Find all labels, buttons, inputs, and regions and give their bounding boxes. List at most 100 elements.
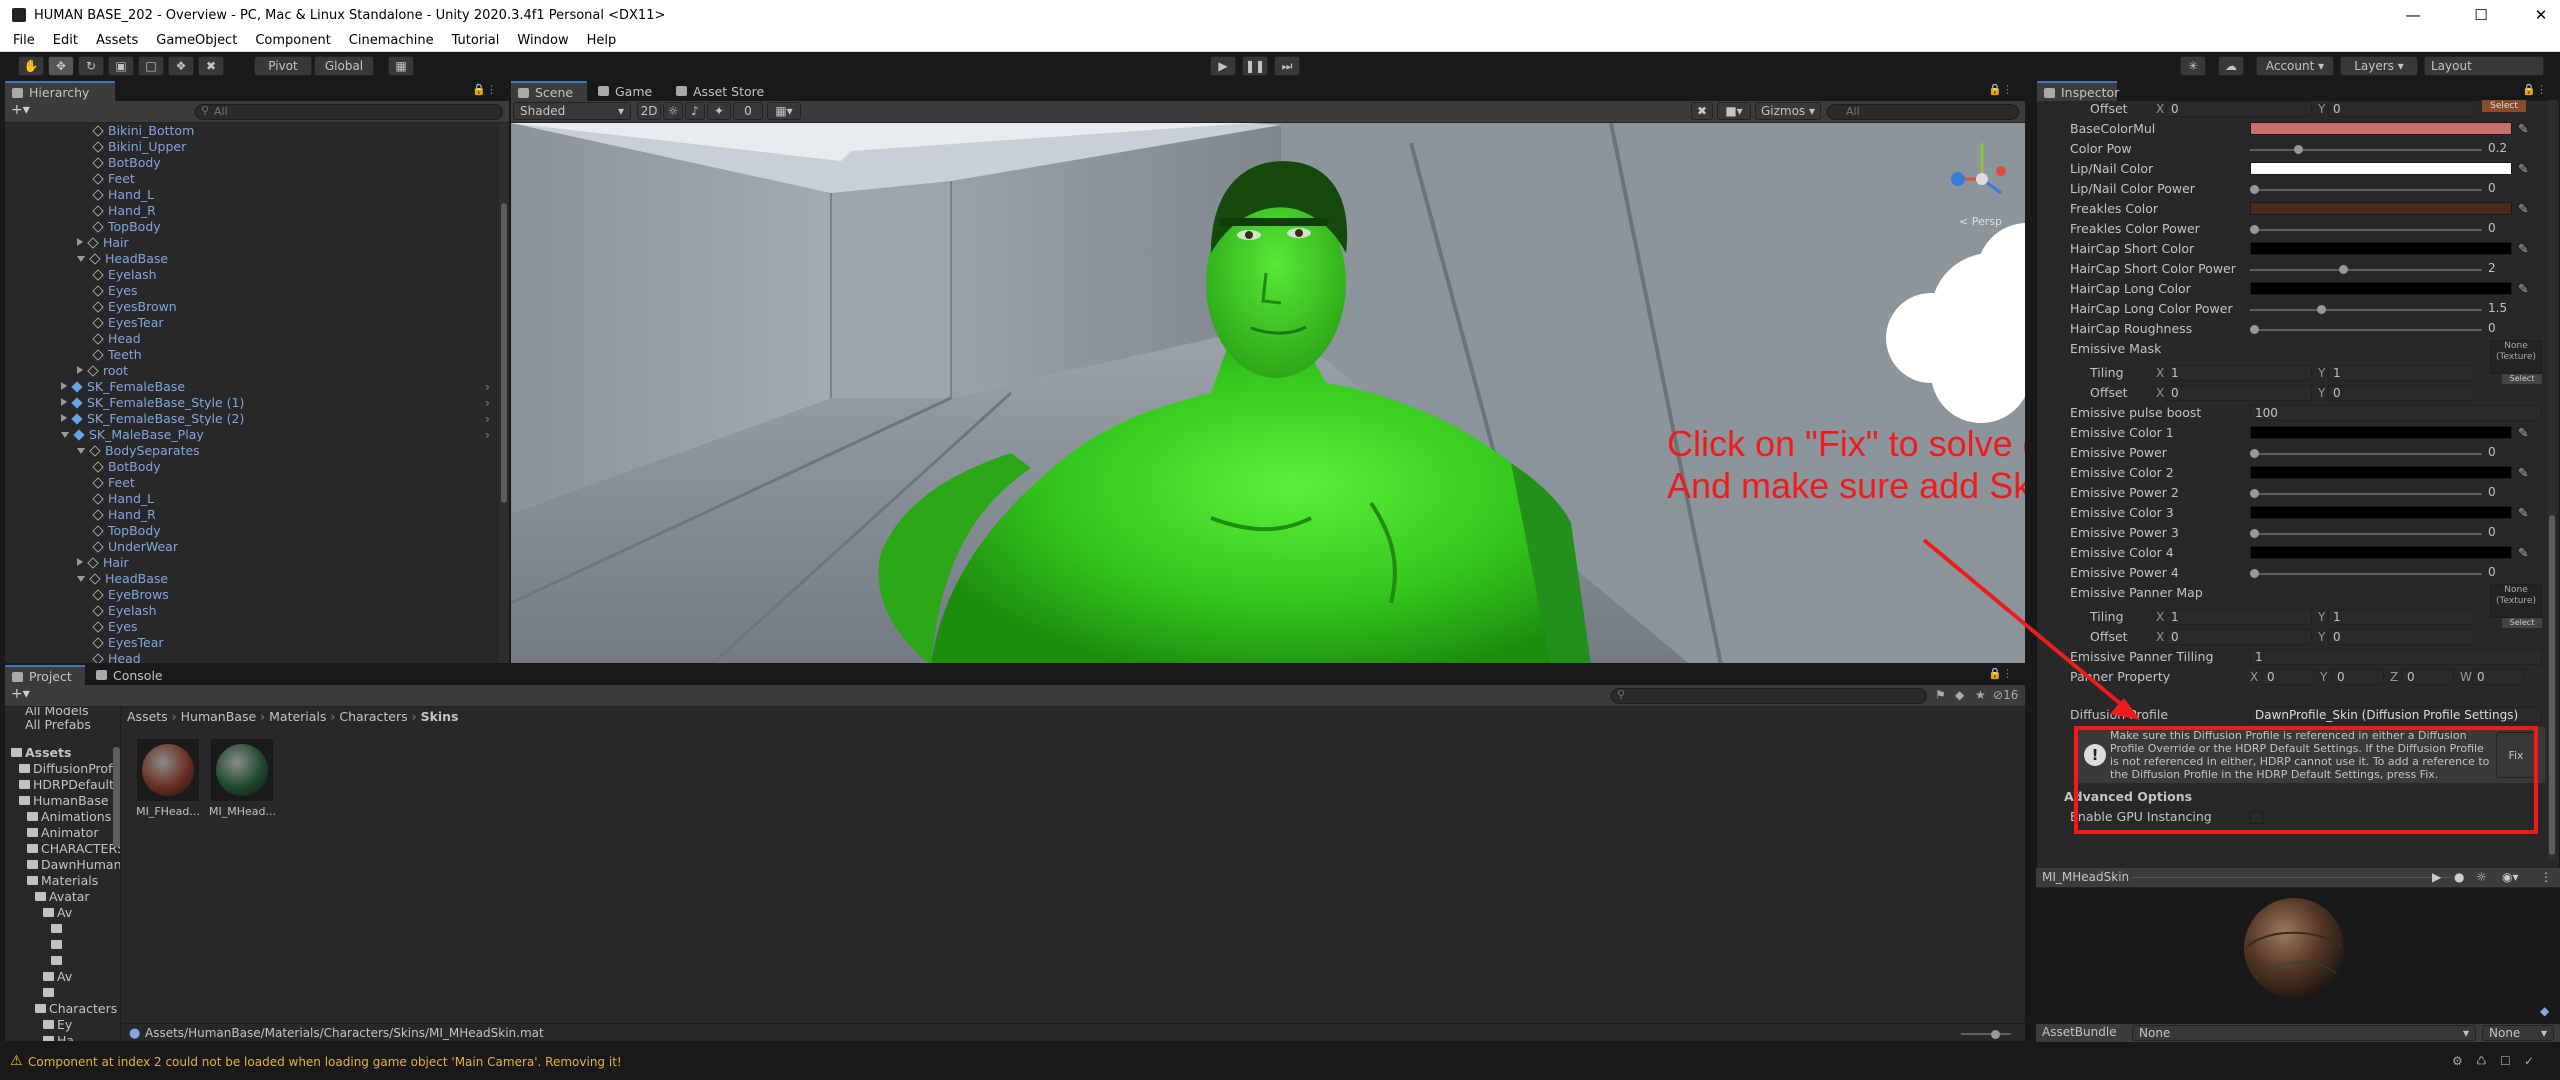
slider-track[interactable]	[2250, 453, 2482, 455]
gameobject-icon[interactable]	[92, 285, 104, 297]
tab-scene[interactable]: Scene	[511, 81, 587, 101]
gameobject-icon[interactable]	[92, 509, 104, 521]
grid-icon[interactable]: ▦▾	[767, 102, 801, 120]
panner-tilling-value[interactable]: 1	[2250, 649, 2542, 665]
cloud-icon[interactable]: ☁	[2218, 56, 2244, 76]
preview-light-icon[interactable]: ☼	[2476, 870, 2487, 884]
move-tool-icon[interactable]: ✥	[48, 56, 74, 76]
folder-tree-item[interactable]: Av	[43, 905, 72, 921]
hierarchy-search-input[interactable]: ⚲ All	[195, 104, 503, 120]
color-swatch[interactable]	[2250, 162, 2512, 175]
favorite-all-prefabs[interactable]: All Prefabs	[25, 717, 91, 733]
scene-viewport[interactable]: < Persp Click on "Fix" to solve green sk…	[511, 123, 2025, 663]
slider-track[interactable]	[2250, 573, 2482, 575]
hierarchy-item[interactable]: HeadBase	[77, 571, 168, 587]
hierarchy-item[interactable]: BotBody	[92, 459, 161, 475]
zoom-slider-knob[interactable]	[1991, 1030, 2000, 1039]
assetbundle-variant-dropdown[interactable]: None ▾	[2482, 1025, 2554, 1041]
slider-track[interactable]	[2250, 269, 2482, 271]
folder-tree-item[interactable]: DawnHuman	[27, 857, 120, 873]
favorite-icon[interactable]: ★	[1975, 688, 1986, 702]
slider-value[interactable]: 0	[2484, 565, 2542, 581]
preview-mode-icon[interactable]: ◉▾	[2502, 870, 2519, 884]
filter-type-icon[interactable]: ⚑	[1935, 688, 1946, 702]
expand-arrow-icon[interactable]	[61, 414, 67, 422]
slider-value[interactable]: 0	[2484, 445, 2542, 461]
cache-icon[interactable]: ☐	[2500, 1054, 2511, 1068]
gameobject-icon[interactable]	[92, 221, 104, 233]
slider-knob[interactable]	[2250, 489, 2259, 498]
eyedropper-icon[interactable]: ✎	[2518, 545, 2528, 561]
hierarchy-item[interactable]: EyesTear	[92, 635, 164, 651]
hierarchy-item[interactable]: TopBody	[92, 523, 161, 539]
status-message[interactable]: Component at index 2 could not be loaded…	[28, 1055, 622, 1069]
gameobject-icon[interactable]	[92, 653, 104, 663]
menu-item-component[interactable]: Component	[255, 33, 330, 48]
color-swatch[interactable]	[2250, 506, 2512, 519]
slider-knob[interactable]	[2250, 185, 2259, 194]
hierarchy-item[interactable]: Hand_R	[92, 507, 156, 523]
hidden-packages-icon[interactable]: ⊘16	[1993, 688, 2018, 702]
slider-value[interactable]: 0	[2484, 485, 2542, 501]
filter-label-icon[interactable]: ◆	[1955, 688, 1964, 702]
slider-track[interactable]	[2250, 309, 2482, 311]
menu-item-cinemachine[interactable]: Cinemachine	[349, 33, 434, 48]
color-swatch[interactable]	[2250, 122, 2512, 135]
gameobject-icon[interactable]	[92, 525, 104, 537]
asset-thumbnail[interactable]: MI_MHead...	[209, 739, 276, 829]
inspector-scroll-thumb[interactable]	[2549, 515, 2555, 855]
lighting-icon[interactable]: ☼	[663, 102, 683, 120]
gameobject-icon[interactable]	[92, 493, 104, 505]
folder-tree-scrollbar[interactable]	[113, 747, 120, 847]
color-swatch[interactable]	[2250, 202, 2512, 215]
scene-search-input[interactable]: All	[1827, 104, 2019, 120]
gameobject-icon[interactable]	[92, 621, 104, 633]
hidden-objects-toggle[interactable]: 0	[733, 102, 763, 120]
gameobject-icon[interactable]	[92, 477, 104, 489]
asset-label-icon[interactable]: ◆	[2540, 1004, 2549, 1018]
project-search-input[interactable]: ⚲	[1611, 688, 1927, 704]
top-select-button[interactable]: Select	[2482, 100, 2526, 112]
expand-arrow-icon[interactable]	[77, 366, 83, 374]
effects-icon[interactable]: ✦	[707, 102, 731, 120]
gameobject-icon[interactable]	[92, 349, 104, 361]
project-menu-icon[interactable]: 🔒⋮	[1988, 667, 2013, 680]
collapse-arrow-icon[interactable]	[61, 432, 69, 438]
play-button[interactable]: ▶	[1210, 56, 1236, 76]
expand-arrow-icon[interactable]	[61, 382, 67, 390]
folder-tree-item[interactable]	[51, 921, 65, 937]
gameobject-icon[interactable]	[92, 461, 104, 473]
persp-label[interactable]: < Persp	[1959, 215, 2002, 228]
pivot-toggle[interactable]: Pivot	[254, 56, 312, 76]
breadcrumb-item[interactable]: HumanBase	[181, 709, 257, 724]
gameobject-icon[interactable]	[92, 637, 104, 649]
folder-tree-item[interactable]: Animations	[27, 809, 111, 825]
eyedropper-icon[interactable]: ✎	[2518, 161, 2528, 177]
breadcrumb-item[interactable]: Assets	[127, 709, 168, 724]
gameobject-icon[interactable]	[92, 317, 104, 329]
color-swatch[interactable]	[2250, 466, 2512, 479]
expand-arrow-icon[interactable]	[77, 558, 83, 566]
asset-thumbnail[interactable]: MI_FHead...	[135, 739, 201, 829]
folder-tree-item[interactable]: Characters	[35, 1001, 117, 1017]
slider-track[interactable]	[2250, 149, 2482, 151]
maximize-icon[interactable]: ☐	[2452, 0, 2510, 30]
hierarchy-item[interactable]: EyeBrows	[92, 587, 169, 603]
hierarchy-item[interactable]: Eyes	[92, 283, 138, 299]
create-asset-button[interactable]: +▾	[11, 686, 30, 702]
hierarchy-item[interactable]: Eyelash	[92, 603, 157, 619]
step-button[interactable]: ⏭	[1274, 56, 1300, 76]
material-preview[interactable]: ◆	[2036, 888, 2560, 1024]
inspector-panner_tiling-y[interactable]: 1	[2328, 609, 2474, 625]
hand-tool-icon[interactable]: ✋	[18, 56, 44, 76]
hierarchy-item[interactable]: BotBody	[92, 155, 161, 171]
inspector-panner_offset-y[interactable]: 0	[2328, 629, 2474, 645]
tab-console[interactable]: Console	[89, 665, 169, 685]
slider-knob[interactable]	[2250, 529, 2259, 538]
tab-project[interactable]: Project	[5, 665, 85, 685]
hierarchy-item[interactable]: root	[77, 363, 128, 379]
grid-snap-icon[interactable]: ▦	[388, 56, 414, 76]
folder-tree-item[interactable]: DiffusionProfiles	[19, 761, 120, 777]
close-icon[interactable]: ✕	[2512, 0, 2560, 30]
menu-item-assets[interactable]: Assets	[96, 33, 138, 48]
